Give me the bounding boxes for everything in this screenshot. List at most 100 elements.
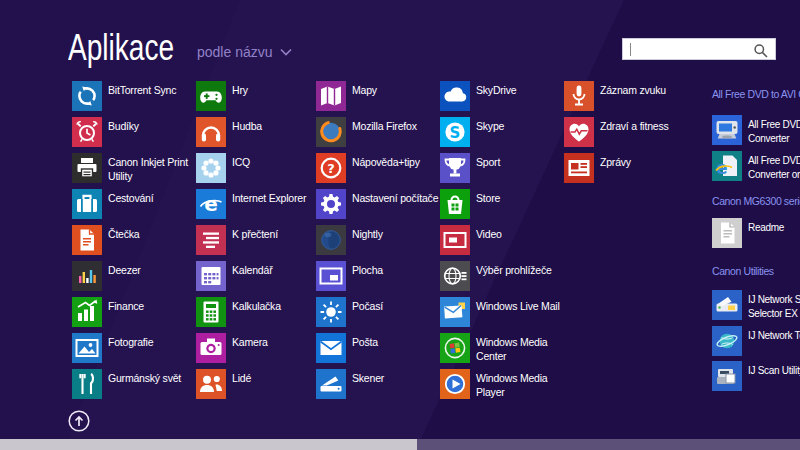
video-screen-icon [440, 225, 470, 255]
app-label: Nastavení počítače [352, 192, 438, 206]
app-tile-hudba[interactable]: Hudba [196, 117, 320, 147]
cloud-icon [440, 81, 470, 111]
tile-background [440, 297, 470, 327]
tile-background [316, 297, 346, 327]
canon-scan-icon [712, 290, 742, 320]
scroll-up-button[interactable] [64, 406, 94, 436]
alarm-icon [72, 117, 102, 147]
app-tile-internet-explorer[interactable]: eInternet Explorer [196, 189, 320, 219]
app-tile-nastaven-po-ta-e[interactable]: Nastavení počítače [316, 189, 440, 219]
app-tile-ij-network-tool[interactable]: IJ Network Tool [712, 326, 800, 356]
scrollbar-thumb[interactable] [0, 439, 417, 450]
app-tile-all-free-dvd-to[interactable]: All Free DVD to Converter [712, 115, 800, 145]
scanner-icon [316, 369, 346, 399]
ie-icon: e [196, 189, 226, 219]
app-tile-zpr-vy[interactable]: Zprávy [564, 153, 688, 183]
app-tile-zdrav-a-fitness[interactable]: Zdraví a fitness [564, 117, 688, 147]
store-bag-icon [440, 189, 470, 219]
app-tile-plocha[interactable]: Plocha [316, 261, 440, 291]
app-label: Store [476, 192, 500, 206]
app-tile-deezer[interactable]: Deezer [72, 261, 196, 291]
app-tile-po-ta[interactable]: Pošta [316, 333, 440, 363]
app-tile-te-ka[interactable]: Čtečka [72, 225, 196, 255]
tile-background [440, 261, 470, 291]
app-tile-skener[interactable]: Skener [316, 369, 440, 399]
skype-icon: S [440, 117, 470, 147]
app-tile-all-free-dvd-to[interactable]: eAll Free DVD to Converter on th [712, 151, 800, 181]
app-tile-kamera[interactable]: Kamera [196, 333, 320, 363]
app-tile-k-p-e-ten[interactable]: K přečtení [196, 225, 320, 255]
tile-background [72, 297, 102, 327]
app-label: Windows Media Center [476, 336, 548, 363]
app-label: Windows Media Player [476, 372, 548, 399]
app-tile-video[interactable]: Video [440, 225, 564, 255]
horizontal-scrollbar[interactable] [0, 439, 800, 450]
app-tile-lid[interactable]: Lidé [196, 369, 320, 399]
app-label: Lidé [232, 372, 251, 386]
app-tile-sport[interactable]: Sport [440, 153, 564, 183]
sort-by-control[interactable]: podle názvu [197, 44, 292, 60]
app-tile-store[interactable]: Store [440, 189, 564, 219]
app-label: Kalkulačka [232, 300, 281, 314]
app-label: Mozilla Firefox [352, 120, 417, 134]
tile-background [196, 117, 226, 147]
photo-icon [72, 333, 102, 363]
tile-background [72, 81, 102, 111]
app-tile-po-as[interactable]: Počasí [316, 297, 440, 327]
app-tile-windows-media[interactable]: Windows Media Player [440, 369, 564, 399]
app-tile-finance[interactable]: Finance [72, 297, 196, 327]
app-label: Kalendář [232, 264, 272, 278]
app-tile-windows-live-mail[interactable]: Windows Live Mail [440, 297, 564, 327]
news-icon [564, 153, 594, 183]
group-header[interactable]: All Free DVD to AVI Co [712, 88, 800, 100]
search-box[interactable] [622, 38, 776, 60]
app-label: Sport [476, 156, 500, 170]
svg-text:e: e [204, 192, 218, 216]
app-tile-skydrive[interactable]: SkyDrive [440, 81, 564, 111]
app-tile-icq[interactable]: ICQ [196, 153, 320, 183]
people-icon [196, 369, 226, 399]
tile-background [440, 333, 470, 363]
app-tile-windows-media[interactable]: Windows Media Center [440, 333, 564, 363]
app-label: Finance [108, 300, 144, 314]
app-tile-ij-network-scan[interactable]: IJ Network Scan Selector EX [712, 290, 800, 320]
app-tile-readme[interactable]: Readme [712, 218, 800, 248]
tile-background [72, 189, 102, 219]
app-tile-canon-inkjet-print[interactable]: Canon Inkjet Print Utility [72, 153, 196, 183]
gamepad-icon [196, 81, 226, 111]
printer-icon [72, 153, 102, 183]
app-tile-mozilla-firefox[interactable]: Mozilla Firefox [316, 117, 440, 147]
app-label: Mapy [352, 84, 377, 98]
tile-background [564, 117, 594, 147]
app-tile-n-pov-da-tipy[interactable]: ?Nápověda+tipy [316, 153, 440, 183]
group-header[interactable]: Canon Utilities [712, 265, 774, 277]
app-label: Nightly [352, 228, 383, 242]
app-tile-skype[interactable]: SSkype [440, 117, 564, 147]
app-tile-kalend[interactable]: Kalendář [196, 261, 320, 291]
envelope-icon [316, 333, 346, 363]
group-header[interactable]: Canon MG6300 series [712, 195, 800, 207]
app-label: All Free DVD to Converter on th [748, 154, 800, 181]
trophy-icon [440, 153, 470, 183]
app-tile-hry[interactable]: Hry [196, 81, 320, 111]
app-tile-cestov-n[interactable]: Cestování [72, 189, 196, 219]
app-tile-fotografie[interactable]: Fotografie [72, 333, 196, 363]
app-label: Záznam zvuku [600, 84, 666, 98]
app-tile-z-znam-zvuku[interactable]: Záznam zvuku [564, 81, 688, 111]
app-tile-ij-scan-utility[interactable]: IJ Scan Utility [712, 361, 800, 391]
app-tile-mapy[interactable]: Mapy [316, 81, 440, 111]
app-tile-gurm-nsk-sv-t[interactable]: Gurmánský svět [72, 369, 196, 399]
app-tile-nightly[interactable]: Nightly [316, 225, 440, 255]
equalizer-icon [72, 261, 102, 291]
app-tile-bittorrent-sync[interactable]: BitTorrent Sync [72, 81, 196, 111]
app-label: Hudba [232, 120, 262, 134]
app-label: Zdraví a fitness [600, 120, 669, 134]
tile-background [316, 81, 346, 111]
tile-background [196, 369, 226, 399]
app-label: Skener [352, 372, 384, 386]
app-label: Budíky [108, 120, 139, 134]
app-tile-v-b-r-prohl-e-e[interactable]: Výběr prohlížeče [440, 261, 564, 291]
app-tile-bud-ky[interactable]: Budíky [72, 117, 196, 147]
app-tile-kalkula-ka[interactable]: Kalkulačka [196, 297, 320, 327]
app-label: Readme [748, 221, 784, 235]
